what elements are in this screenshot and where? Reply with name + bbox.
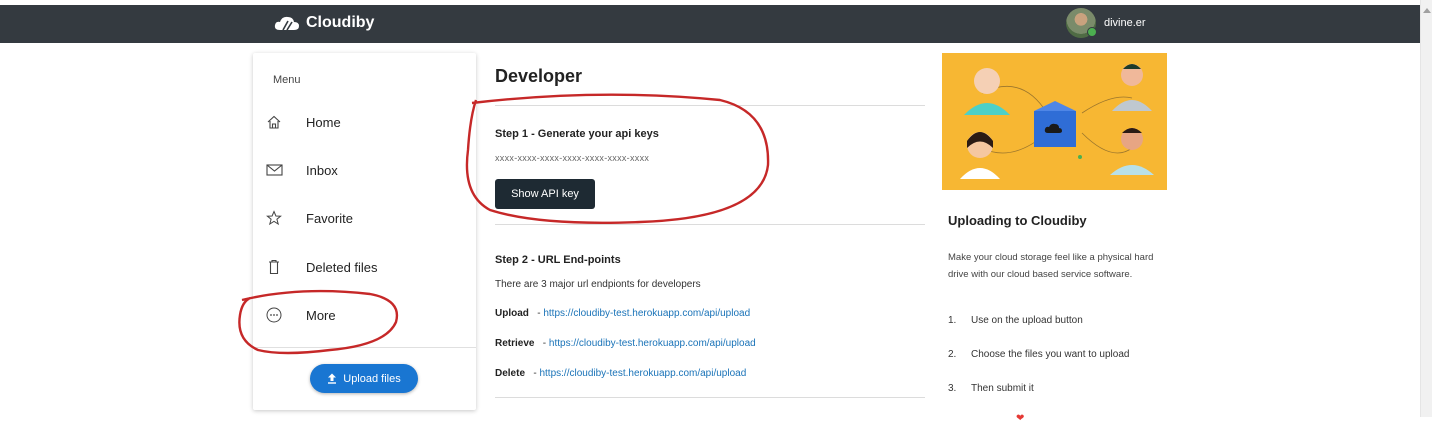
step-text: Choose the files you want to upload	[971, 349, 1130, 360]
top-navbar: Cloudiby divine.er	[0, 5, 1420, 43]
sidebar-menu: Menu Home Inbox Favorite Deleted files M…	[253, 53, 476, 410]
sidebar-item-favorite[interactable]: Favorite	[265, 203, 465, 233]
step-divider	[495, 224, 925, 225]
page-title: Developer	[495, 66, 583, 86]
sidebar-item-label: Favorite	[306, 210, 353, 226]
star-icon	[265, 209, 283, 227]
sidebar-item-home[interactable]: Home	[265, 107, 465, 137]
step-text: Use on the upload button	[971, 315, 1083, 326]
step-number: 1.	[948, 315, 957, 326]
vertical-scrollbar[interactable]	[1420, 0, 1432, 417]
step-text: Then submit it	[971, 383, 1034, 394]
endpoints-divider	[495, 397, 925, 398]
sidebar-item-label: Home	[306, 114, 341, 130]
endpoint-link[interactable]: https://cloudiby-test.herokuapp.com/api/…	[539, 368, 746, 379]
username: divine.er	[1104, 17, 1146, 29]
sidebar-item-label: More	[306, 307, 336, 323]
sidebar-item-inbox[interactable]: Inbox	[265, 155, 465, 185]
show-api-key-button[interactable]: Show API key	[495, 179, 595, 209]
sidebar-divider	[253, 347, 476, 348]
home-icon	[265, 113, 283, 131]
endpoint-name: Upload	[495, 308, 529, 319]
upload-files-button[interactable]: Upload files	[310, 364, 418, 393]
trash-icon	[265, 258, 283, 276]
endpoints-description: There are 3 major url endpionts for deve…	[495, 279, 701, 290]
endpoint-upload: Upload - https://cloudiby-test.herokuapp…	[495, 308, 751, 319]
endpoint-delete: Delete - https://cloudiby-test.herokuapp…	[495, 368, 747, 379]
endpoint-retrieve: Retrieve - https://cloudiby-test.herokua…	[495, 338, 756, 349]
mail-icon	[265, 161, 283, 179]
scroll-up-arrow-icon[interactable]	[1423, 8, 1431, 13]
step2-heading: Step 2 - URL End-points	[495, 254, 621, 266]
list-item: 1. Use on the upload button	[948, 315, 1129, 349]
upload-files-label: Upload files	[343, 372, 401, 385]
sidebar-item-deleted-files[interactable]: Deleted files	[265, 252, 465, 282]
step-number: 3.	[948, 383, 957, 394]
heart-icon: ❤	[1016, 413, 1025, 424]
step-number: 2.	[948, 349, 957, 360]
cloud-logo-icon	[274, 16, 299, 31]
more-icon	[265, 306, 283, 324]
title-divider	[495, 105, 925, 106]
sidebar-item-label: Deleted files	[306, 259, 378, 275]
brand-name: Cloudiby	[306, 14, 375, 31]
api-key-mask: xxxx-xxxx-xxxx-xxxx-xxxx-xxxx-xxxx	[495, 153, 650, 163]
endpoint-link[interactable]: https://cloudiby-test.herokuapp.com/api/…	[543, 308, 750, 319]
sidebar-item-label: Inbox	[306, 162, 338, 178]
endpoint-link[interactable]: https://cloudiby-test.herokuapp.com/api/…	[549, 338, 756, 349]
red-annotation-marks	[238, 93, 770, 355]
upload-icon	[328, 373, 337, 384]
endpoint-name: Retrieve	[495, 338, 535, 349]
list-item: 2. Choose the files you want to upload	[948, 349, 1129, 383]
avatar[interactable]	[1066, 8, 1097, 38]
list-item: 3. Then submit it	[948, 383, 1129, 417]
panel-description: Make your cloud storage feel like a phys…	[948, 252, 1154, 280]
step1-heading: Step 1 - Generate your api keys	[495, 128, 659, 140]
panel-title: Uploading to Cloudiby	[948, 213, 1087, 228]
brand-logo[interactable]: Cloudiby	[274, 14, 374, 32]
upload-steps-list: 1. Use on the upload button 2. Choose the …	[948, 315, 1129, 417]
user-menu[interactable]: divine.er	[1066, 8, 1146, 38]
sidebar-item-more[interactable]: More	[265, 300, 465, 330]
endpoint-name: Delete	[495, 368, 526, 379]
cloud-sharing-illustration	[942, 53, 1167, 190]
sidebar-title: Menu	[273, 74, 301, 86]
